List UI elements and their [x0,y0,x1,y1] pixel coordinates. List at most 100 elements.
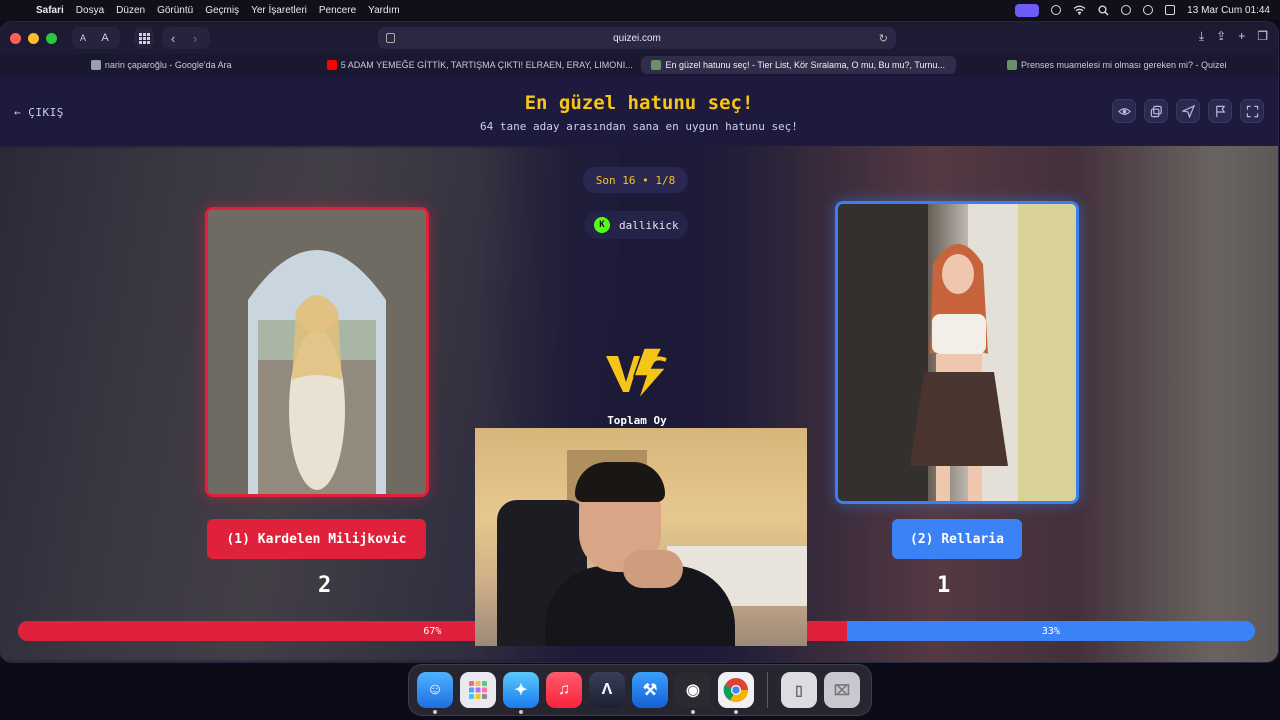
airdrop-icon[interactable] [1051,5,1062,15]
page-menu-icon[interactable] [386,33,395,43]
screen-recording-icon[interactable] [1015,3,1040,17]
siri-icon[interactable] [1143,5,1154,15]
address-url: quizei.com [613,32,661,44]
control-center-icon[interactable] [1165,5,1176,15]
dock: ☺ ✦ ♫ Λ ⚒ ◉ ▯ ⌧ [408,664,872,716]
text-larger-button[interactable]: A [94,32,116,44]
running-indicator [433,710,437,714]
trash-icon[interactable]: ⌧ [824,672,860,708]
new-tab-icon[interactable]: + [1238,29,1245,44]
total-votes-label: Toplam Oy [607,414,667,427]
kick-logo-icon: K [594,217,610,233]
downloads-icon[interactable]: ⤓ [1199,29,1204,44]
streamer-badge: K dallikick [584,211,688,239]
fullscreen-button[interactable] [1240,99,1264,123]
google-favicon-icon [90,60,101,70]
send-icon [1181,104,1195,118]
reload-icon[interactable]: ↻ [879,32,888,45]
left-vote-count: 2 [318,573,332,598]
window-controls [10,33,57,44]
expand-icon [1246,105,1258,117]
candidate-right-image[interactable] [835,201,1079,504]
youtube-favicon-icon [326,60,337,70]
menu-bar-clock[interactable]: 13 Mar Cum 01:44 [1187,5,1270,16]
close-window-button[interactable] [10,33,21,44]
quizei-favicon-icon [651,60,662,70]
menu-yer-isaretleri[interactable]: Yer İşaretleri [251,5,307,16]
preview-button[interactable] [1112,99,1136,123]
finder-icon[interactable]: ☺ [417,672,453,714]
downloads-stack-icon[interactable]: ▯ [781,672,817,708]
address-bar[interactable]: quizei.com ↻ [378,27,896,49]
music-icon[interactable]: ♫ [546,672,582,708]
forward-arrow-icon[interactable]: › [184,31,206,46]
vote-left-button[interactable]: (1) Kardelen Milijkovic [207,519,426,559]
candidate-left-image[interactable] [205,207,429,497]
left-percentage-label: 67% [423,625,442,637]
tab-overview-button[interactable] [134,27,154,49]
tab-quizei-active[interactable]: En güzel hatunu seç! - Tier List, Kör Sı… [641,56,956,74]
candidate-right-photo [838,204,1076,501]
quizei-favicon-icon [1006,60,1017,70]
zoom-window-button[interactable] [46,33,57,44]
streamer-name: dallikick [619,218,679,232]
tab-label: narin çaparoğlu - Google'da Ara [104,60,232,70]
right-vote-count: 1 [937,573,951,598]
obs-icon[interactable]: ◉ [675,672,711,714]
menu-dosya[interactable]: Dosya [76,5,104,16]
minimize-window-button[interactable] [28,33,39,44]
tab-label: En güzel hatunu seç! - Tier List, Kör Sı… [665,60,946,70]
running-indicator [519,710,523,714]
copy-icon [1150,105,1162,117]
menu-pencere[interactable]: Pencere [319,5,356,16]
vote-right-button[interactable]: (2) Rellaria [892,519,1022,559]
menu-goruntu[interactable]: Görüntü [157,5,193,16]
text-smaller-button[interactable]: A [72,33,94,43]
now-playing-icon[interactable] [1121,5,1132,15]
running-indicator [691,710,695,714]
dock-separator [767,672,768,708]
report-button[interactable] [1208,99,1232,123]
chrome-logo-icon [723,678,748,703]
share-button[interactable] [1176,99,1200,123]
candidate-left-photo [208,210,426,494]
grid-icon [138,32,150,44]
copy-button[interactable] [1144,99,1168,123]
search-icon[interactable] [1098,4,1109,16]
chrome-icon[interactable] [718,672,754,714]
menu-duzen[interactable]: Düzen [116,5,145,16]
xcode-icon[interactable]: ⚒ [632,672,668,708]
menu-yardim[interactable]: Yardım [368,5,400,16]
history-navigation: ‹ › [162,27,210,49]
back-arrow-icon[interactable]: ‹ [162,31,184,46]
right-percentage-fill: 33% [846,621,1255,641]
tabs-icon[interactable]: ❐ [1257,29,1268,44]
running-indicator [734,710,738,714]
tab-youtube-video[interactable]: 5 ADAM YEMEĞE GİTTİK, TARTIŞMA ÇIKTI! EL… [323,56,638,74]
trash-can-icon: ⌧ [833,681,851,698]
toolbar-right: ⤓ ⇪ + ❐ [1199,29,1268,44]
share-icon[interactable]: ⇪ [1216,29,1226,44]
tab-google-search[interactable]: narin çaparoğlu - Google'da Ara [4,56,319,74]
wifi-icon[interactable] [1073,5,1086,15]
round-indicator: Son 16 • 1/8 [583,167,688,193]
safari-icon[interactable]: ✦ [503,672,539,714]
launchpad-icon[interactable] [460,672,496,708]
menu-bar-status: 13 Mar Cum 01:44 [1015,0,1270,20]
browser-toolbar: A A ‹ › quizei.com ↻ ⤓ ⇪ + ❐ [0,22,1278,54]
instruments-icon[interactable]: Λ [589,672,625,708]
document-icon: ▯ [795,681,803,698]
webcam-person-hair [575,462,665,502]
text-size-controls: A A [72,27,120,49]
header-actions [1112,99,1264,123]
right-percentage-label: 33% [1041,625,1060,637]
webcam-person-hand [623,550,683,588]
page-subtitle: 64 tane aday arasından sana en uygun hat… [480,120,798,133]
tab-quizei-prenses[interactable]: Prenses muamelesi mi olması gereken mi? … [960,56,1275,74]
quiz-header: ← ÇIKIŞ En güzel hatunu seç! 64 tane ada… [0,76,1278,146]
page-title: En güzel hatunu seç! [524,92,754,114]
menu-gecmis[interactable]: Geçmiş [205,5,239,16]
menu-safari[interactable]: Safari [36,5,64,16]
tab-label: Prenses muamelesi mi olması gereken mi? … [1020,60,1227,70]
menu-bar: Safari Dosya Düzen Görüntü Geçmiş Yer İş… [0,0,1280,20]
